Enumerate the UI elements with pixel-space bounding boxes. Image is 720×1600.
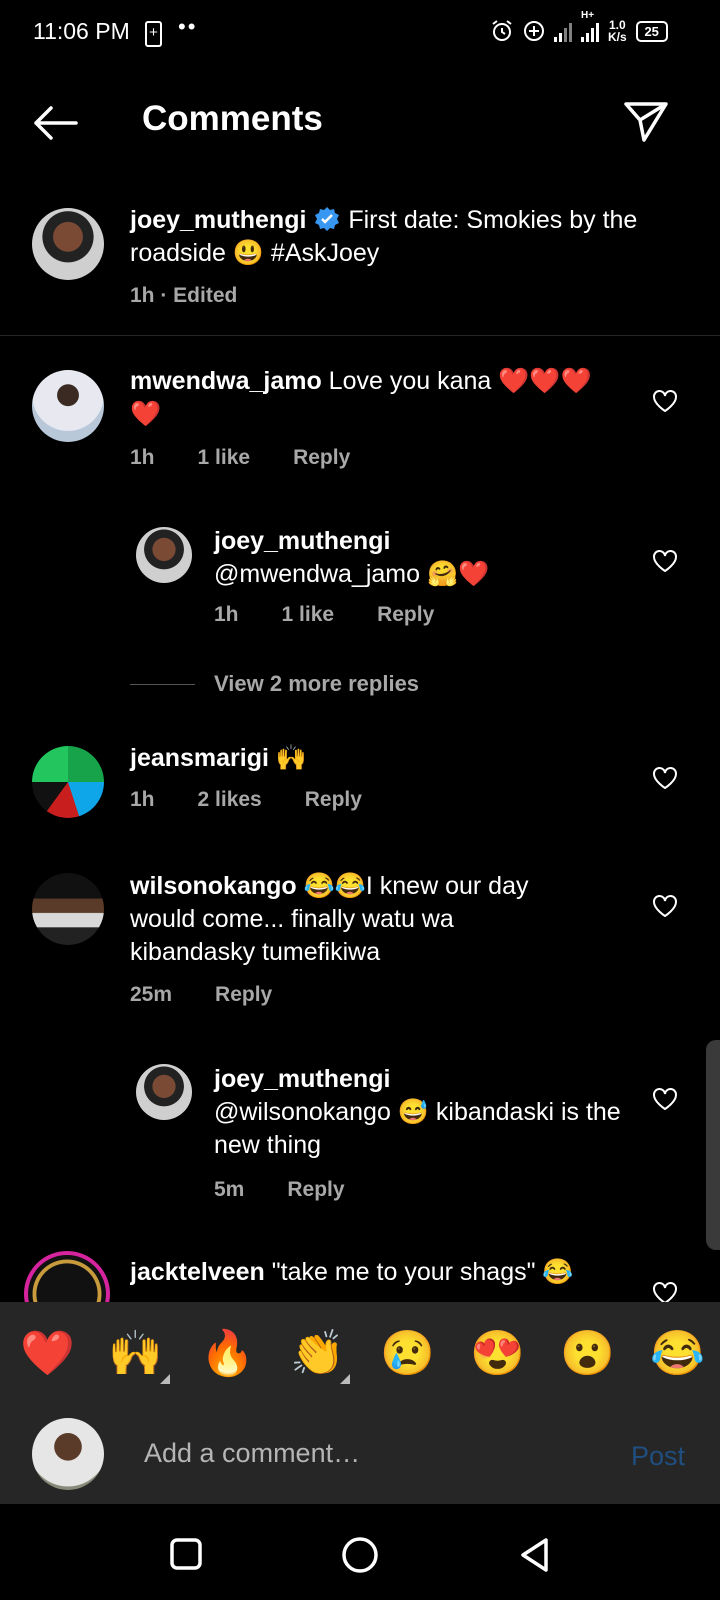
avatar[interactable]: [136, 527, 192, 583]
replies-line: [130, 684, 195, 685]
send-icon[interactable]: [622, 96, 670, 144]
recents-icon[interactable]: [170, 1538, 202, 1570]
comment-time: 5m: [214, 1178, 245, 1201]
emoji-raising-hands[interactable]: 🙌: [108, 1330, 163, 1378]
reply-body: @mwendwa_jamo 🤗❤️: [214, 560, 490, 588]
comment-body: 🙌: [268, 744, 308, 772]
avatar[interactable]: [136, 1064, 192, 1120]
comment-meta: 1h 2 likes Reply: [130, 788, 405, 812]
avatar[interactable]: [32, 208, 104, 280]
skin-tone-indicator-icon: [340, 1374, 350, 1384]
speed-unit: K/s: [608, 30, 627, 44]
post-button[interactable]: Post: [631, 1441, 685, 1472]
reply-button[interactable]: Reply: [215, 983, 272, 1007]
emoji-fire[interactable]: 🔥: [200, 1330, 255, 1378]
reply-text: joey_muthengi @wilsonokango 😅 kibandaski…: [214, 1063, 634, 1162]
comment-time: 1h: [130, 788, 155, 811]
reply-button[interactable]: Reply: [377, 603, 434, 627]
battery-icon: 25: [635, 20, 668, 42]
like-heart-icon[interactable]: [652, 893, 678, 919]
comment-time: 1h: [130, 446, 155, 469]
back-arrow-icon[interactable]: [30, 98, 80, 148]
avatar: [32, 1418, 104, 1490]
avatar[interactable]: [32, 873, 104, 945]
page-title: Comments: [142, 99, 323, 138]
reply-username[interactable]: joey_muthengi: [214, 1063, 634, 1096]
comment-username[interactable]: mwendwa_jamo: [130, 367, 322, 395]
comment-username[interactable]: jacktelveen: [130, 1258, 265, 1286]
navigation-bar: [0, 1504, 720, 1600]
comment-username[interactable]: wilsonokango: [130, 872, 297, 900]
notification-dots: ••: [178, 14, 198, 39]
avatar[interactable]: [32, 370, 104, 442]
signal-2-icon: H+: [581, 10, 599, 42]
alarm-icon: [492, 20, 512, 41]
comment-text: mwendwa_jamo Love you kana ❤️❤️❤️❤️: [130, 365, 620, 431]
reply-text: joey_muthengi @mwendwa_jamo 🤗❤️: [214, 525, 634, 591]
emoji-clapping[interactable]: 👏: [290, 1330, 345, 1378]
reply-button[interactable]: Reply: [287, 1178, 344, 1202]
like-heart-icon[interactable]: [652, 765, 678, 791]
comment-time: 1h: [214, 603, 239, 626]
status-bar: 11:06 PM + •• H+ 1.0 K/s 25: [0, 0, 720, 64]
reply-meta: 5m Reply: [214, 1178, 388, 1202]
scroll-handle[interactable]: [706, 1040, 720, 1250]
battery-saver-icon: +: [145, 21, 162, 47]
emoji-crying[interactable]: 😢: [380, 1330, 435, 1378]
comment-body: "take me to your shags" 😂: [264, 1258, 574, 1286]
reply-username[interactable]: joey_muthengi: [214, 525, 634, 558]
status-time: 11:06 PM: [33, 18, 130, 44]
comment-meta: 25m Reply: [130, 983, 315, 1007]
emoji-surprised[interactable]: 😮: [560, 1330, 615, 1378]
verified-badge-icon: [315, 207, 340, 231]
signal-1-icon: [554, 20, 572, 42]
reply-button[interactable]: Reply: [293, 446, 350, 470]
caption-username[interactable]: joey_muthengi: [130, 206, 306, 234]
caption-text: joey_muthengi First date: Smokies by the…: [130, 204, 650, 270]
like-heart-icon[interactable]: [652, 548, 678, 574]
network-type: H+: [581, 10, 595, 21]
comment-input[interactable]: Add a comment…: [144, 1438, 360, 1469]
emoji-heart-eyes[interactable]: 😍: [470, 1330, 525, 1378]
emoji-heart[interactable]: ❤️: [20, 1330, 75, 1378]
avatar[interactable]: [32, 746, 104, 818]
reply-body: @wilsonokango 😅 kibandaski is the new th…: [214, 1098, 621, 1159]
home-icon[interactable]: [341, 1536, 379, 1574]
emoji-laughing[interactable]: 😂: [650, 1330, 705, 1378]
comment-likes[interactable]: 1 like: [282, 603, 335, 627]
status-icons: H+ 1.0 K/s 25: [490, 10, 668, 46]
view-more-replies[interactable]: View 2 more replies: [214, 671, 419, 697]
like-heart-icon[interactable]: [652, 1086, 678, 1112]
emoji-bar: ❤️ 🙌 🔥 👏 😢 😍 😮 😂: [0, 1302, 720, 1402]
comment-text: jacktelveen "take me to your shags" 😂: [130, 1256, 630, 1302]
comment-username[interactable]: jeansmarigi: [130, 744, 269, 772]
comment-text: jeansmarigi 🙌: [130, 742, 620, 775]
reply-meta: 1h 1 like Reply: [214, 603, 477, 627]
network-speed: 1.0 K/s: [608, 19, 627, 43]
back-icon[interactable]: [518, 1537, 552, 1573]
comment-text: wilsonokango 😂😂I knew our day would come…: [130, 870, 570, 969]
skin-tone-indicator-icon: [160, 1374, 170, 1384]
comment-time: 25m: [130, 983, 173, 1006]
comment-likes[interactable]: 1 like: [198, 446, 251, 470]
divider: [0, 335, 720, 336]
caption-meta: 1h · Edited: [130, 284, 238, 307]
reply-button[interactable]: Reply: [305, 788, 362, 812]
comment-meta: 1h 1 like Reply: [130, 446, 393, 470]
data-saver-icon: [524, 21, 544, 41]
comment-likes[interactable]: 2 likes: [198, 788, 262, 812]
like-heart-icon[interactable]: [652, 388, 678, 414]
